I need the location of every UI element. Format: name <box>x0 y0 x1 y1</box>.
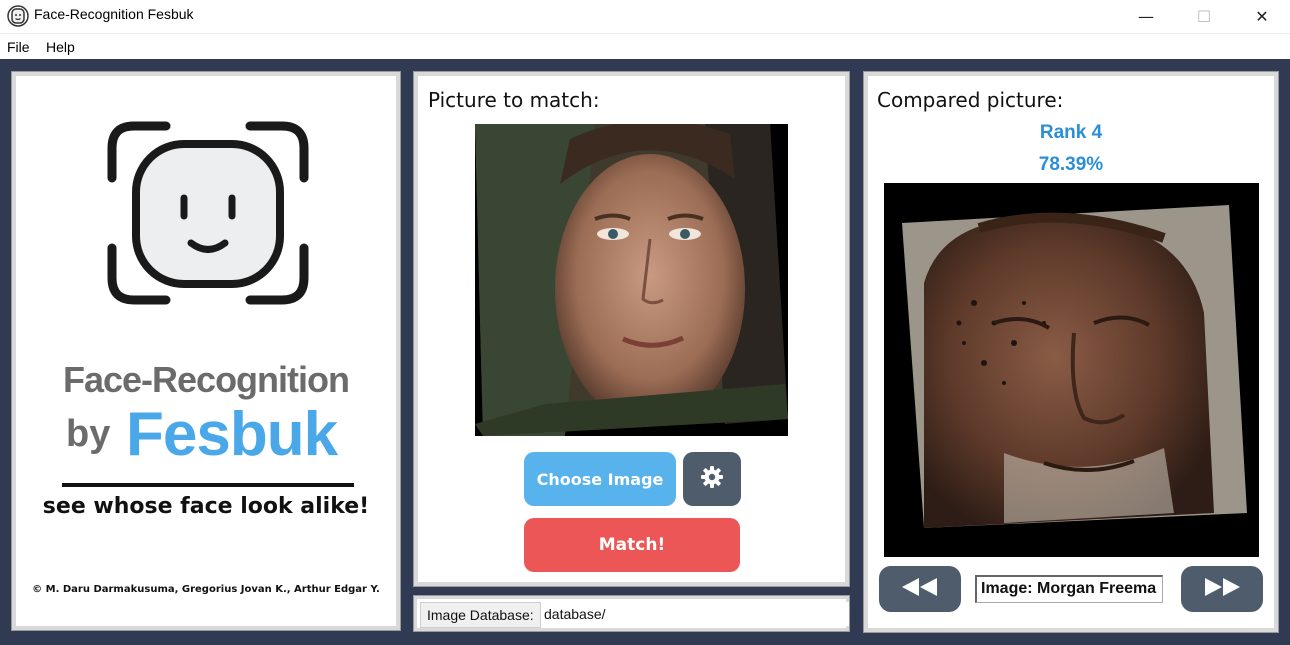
close-button[interactable]: ✕ <box>1233 0 1290 32</box>
fast-forward-icon <box>1202 576 1242 602</box>
app-icon <box>7 5 29 27</box>
maximize-button[interactable]: ☐ <box>1175 0 1233 32</box>
compared-photo <box>884 183 1259 557</box>
menu-help[interactable]: Help <box>46 39 75 55</box>
previous-result-button[interactable] <box>879 566 961 612</box>
next-result-button[interactable] <box>1181 566 1263 612</box>
match-panel-title: Picture to match: <box>428 88 600 112</box>
menu-file[interactable]: File <box>7 39 30 55</box>
credits: © M. Daru Darmakusuma, Gregorius Jovan K… <box>32 584 380 595</box>
database-path-input[interactable]: database/ <box>541 602 849 626</box>
choose-image-button[interactable]: Choose Image <box>524 452 676 506</box>
window-title: Face-Recognition Fesbuk <box>34 6 194 22</box>
brand-divider <box>62 483 354 487</box>
brand-by: by <box>66 413 111 455</box>
database-label: Image Database: <box>420 602 541 628</box>
database-bar: Image Database: database/ <box>413 595 850 632</box>
rank-label: Rank 4 <box>1039 122 1103 143</box>
menu-bar: File Help <box>0 33 1290 60</box>
compare-panel: Compared picture: Rank 4 78.39% Image: M… <box>863 71 1279 633</box>
title-bar: Face-Recognition Fesbuk — ☐ ✕ <box>0 0 1290 32</box>
compare-panel-title: Compared picture: <box>877 88 1064 112</box>
gear-icon <box>700 465 724 493</box>
query-photo <box>475 124 788 436</box>
image-name-field[interactable]: Image: Morgan Freema <box>975 575 1163 603</box>
brand-name: Fesbuk <box>126 400 338 469</box>
logo-panel: Face-Recognition by Fesbuk see whose fac… <box>11 71 401 631</box>
rewind-icon <box>900 576 940 602</box>
brand-tagline: see whose face look alike! <box>42 494 370 519</box>
similarity-score: 78.39% <box>1038 154 1104 175</box>
brand-title: Face-Recognition <box>62 359 350 400</box>
settings-button[interactable] <box>683 452 741 506</box>
match-panel: Picture to match: Choose Image Match! <box>413 71 850 587</box>
minimize-button[interactable]: — <box>1117 0 1175 32</box>
face-id-icon <box>104 118 312 312</box>
match-button[interactable]: Match! <box>524 518 740 572</box>
main-area: Face-Recognition by Fesbuk see whose fac… <box>0 59 1290 645</box>
